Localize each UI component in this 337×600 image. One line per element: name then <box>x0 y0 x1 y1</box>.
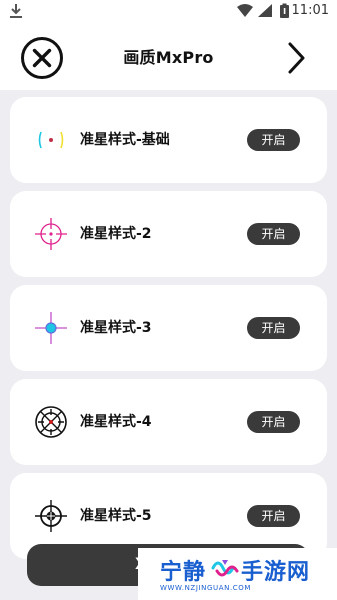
item-label: 准星样式-5 <box>80 508 152 524</box>
enable-toggle[interactable]: 开启 <box>247 223 300 245</box>
item-label: 准星样式-2 <box>80 226 152 242</box>
enable-toggle[interactable]: 开启 <box>247 317 300 339</box>
enable-toggle[interactable]: 开启 <box>247 411 300 433</box>
enable-toggle[interactable]: 开启 <box>247 505 300 527</box>
item-label: 准星样式-4 <box>80 414 152 430</box>
item-label: 准星样式-3 <box>80 320 152 336</box>
system-icons <box>237 3 289 18</box>
list-item: 准星样式-4 开启 <box>10 379 327 465</box>
enable-toggle[interactable]: 开启 <box>247 129 300 151</box>
crosshair-scope-icon <box>35 406 67 438</box>
signal-icon <box>258 4 272 17</box>
status-time: 11:01 <box>291 3 329 18</box>
chevron-right-icon[interactable] <box>282 39 310 77</box>
watermark-text: 宁静 <box>160 560 207 585</box>
battery-icon <box>280 3 289 18</box>
status-bar: 11:01 <box>0 0 337 22</box>
crosshair-target-icon <box>35 500 67 532</box>
list-item: 准星样式-基础 开启 <box>10 97 327 183</box>
list-item: 准星样式-2 开启 <box>10 191 327 277</box>
crosshair-circle-magenta-icon <box>35 218 67 250</box>
list-item: 准星样式-3 开启 <box>10 285 327 371</box>
crosshair-cross-cyan-icon <box>35 312 67 344</box>
watermark-logo-icon <box>211 560 239 577</box>
item-label: 准星样式-基础 <box>80 132 170 148</box>
wifi-icon <box>237 4 253 17</box>
download-icon <box>10 4 22 18</box>
watermark-url: WWW.NZJINGUAN.COM <box>160 584 252 592</box>
watermark: 宁静 手游网 WWW.NZJINGUAN.COM <box>138 548 337 600</box>
header: 画质MxPro <box>0 22 337 90</box>
crosshair-list: 准星样式-基础 开启 准星样式-2 开启 准星样式-3 开启 准星样式-4 开启 <box>0 90 337 600</box>
watermark-text: 手游网 <box>241 560 311 585</box>
crosshair-basic-icon <box>38 131 64 149</box>
